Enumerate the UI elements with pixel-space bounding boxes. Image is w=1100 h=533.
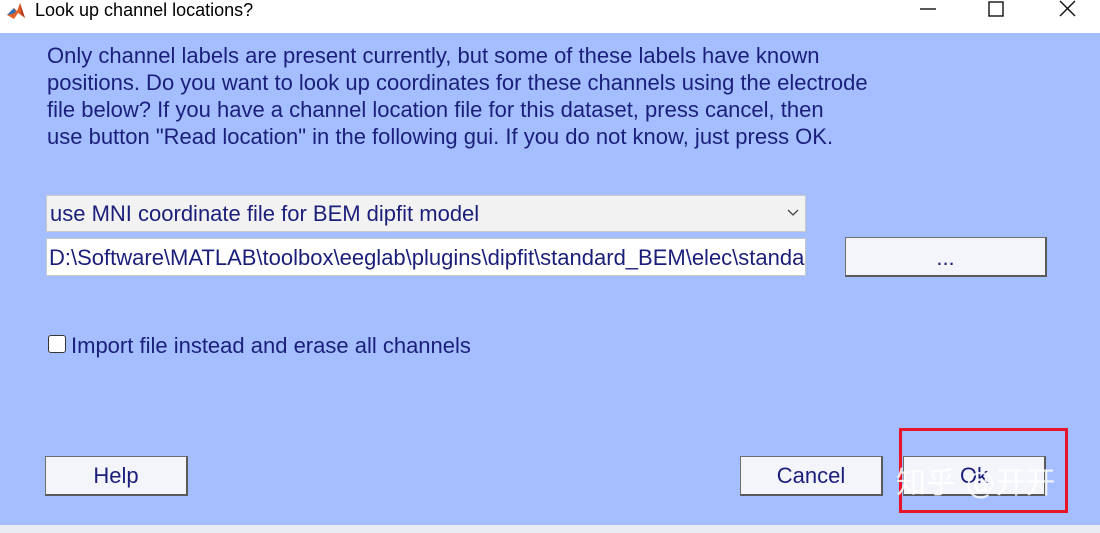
help-button-label: Help — [93, 463, 139, 488]
title-bar[interactable]: Look up channel locations? — [0, 0, 1100, 33]
watermark-text: 知乎 @开开 — [896, 466, 1056, 501]
message-line: positions. Do you want to look up coordi… — [47, 70, 868, 95]
import-file-checkbox-label[interactable]: Import file instead and erase all channe… — [71, 333, 471, 359]
close-button[interactable] — [1031, 0, 1100, 33]
window-bottom-edge — [0, 525, 1100, 533]
dialog-message: Only channel labels are present currentl… — [47, 42, 1057, 150]
message-line: file below? If you have a channel locati… — [47, 97, 824, 122]
chevron-down-icon — [787, 209, 799, 216]
dialog-window: Look up channel locations? Only channel … — [0, 0, 1100, 525]
browse-button[interactable]: ... — [845, 237, 1047, 277]
minimize-button[interactable] — [891, 0, 961, 33]
help-button[interactable]: Help — [45, 456, 188, 496]
browse-button-label: ... — [936, 245, 955, 270]
file-path-value: D:\Software\MATLAB\toolbox\eeglab\plugin… — [49, 245, 805, 270]
electrode-file-path-input[interactable]: D:\Software\MATLAB\toolbox\eeglab\plugin… — [46, 238, 806, 276]
maximize-button[interactable] — [961, 0, 1031, 33]
dropdown-selected-value: use MNI coordinate file for BEM dipfit m… — [50, 201, 480, 226]
matlab-logo-icon — [7, 3, 25, 19]
maximize-icon — [988, 1, 1004, 17]
window-title: Look up channel locations? — [35, 0, 254, 20]
coordinate-file-dropdown[interactable]: use MNI coordinate file for BEM dipfit m… — [46, 195, 806, 232]
message-line: Only channel labels are present currentl… — [47, 43, 820, 68]
cancel-button[interactable]: Cancel — [740, 456, 883, 496]
cancel-button-label: Cancel — [776, 463, 846, 488]
close-icon — [1059, 0, 1076, 17]
import-file-checkbox[interactable] — [48, 335, 66, 353]
message-line: use button "Read location" in the follow… — [47, 124, 834, 149]
minimize-icon — [920, 8, 936, 10]
